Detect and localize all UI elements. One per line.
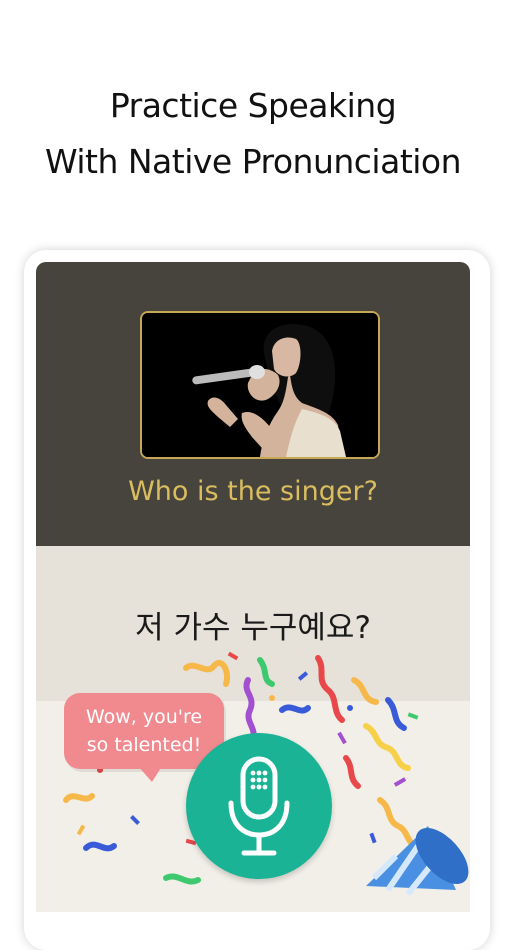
question-english: Who is the singer? — [128, 476, 378, 507]
singer-image — [142, 313, 378, 457]
feedback-line-1: Wow, you're — [85, 706, 203, 728]
microphone-icon — [228, 756, 290, 856]
singer-video[interactable] — [140, 311, 380, 459]
promo-headline: Practice Speaking With Native Pronunciat… — [0, 78, 506, 190]
headline-line-1: Practice Speaking — [109, 86, 397, 125]
headline-line-2: With Native Pronunciation — [44, 142, 462, 181]
feedback-bubble-tail — [138, 766, 162, 782]
record-button[interactable] — [186, 733, 332, 879]
party-popper-icon — [366, 826, 469, 896]
video-panel: Who is the singer? — [36, 262, 470, 546]
